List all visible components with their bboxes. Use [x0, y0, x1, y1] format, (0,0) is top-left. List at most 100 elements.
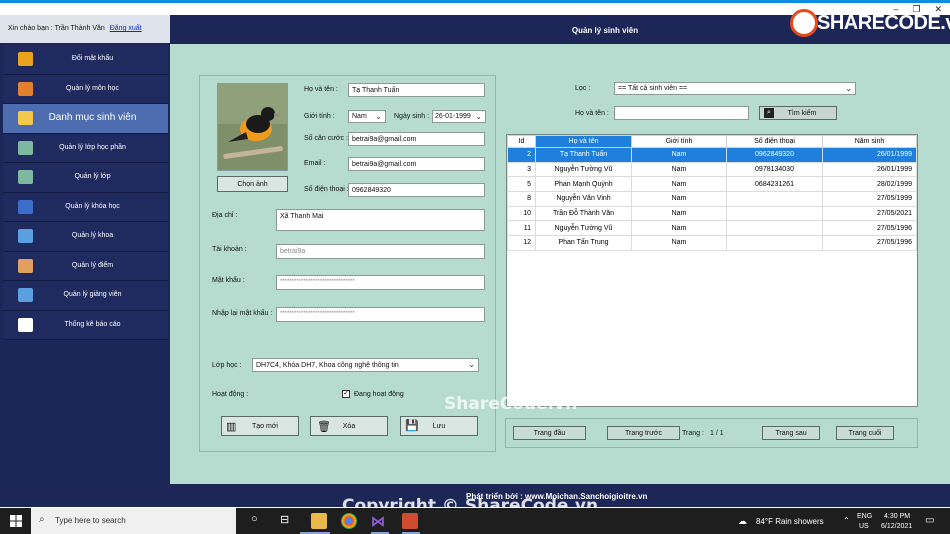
- prev-page-button[interactable]: Trang trước: [607, 426, 680, 440]
- table-row[interactable]: 11 Nguyễn Tường Vũ Nam 27/05/1996: [507, 220, 917, 237]
- logout-link[interactable]: Đăng xuất: [110, 25, 142, 32]
- repassword-input[interactable]: ********************************: [276, 307, 485, 322]
- save-button[interactable]: 💾 Lưu: [400, 416, 478, 436]
- choose-image-button[interactable]: Chọn ảnh: [217, 176, 288, 192]
- weather-text[interactable]: 84°F Rain showers: [756, 517, 824, 526]
- table-cell: 12: [507, 235, 536, 251]
- column-header-birth-year[interactable]: Năm sinh: [822, 135, 917, 148]
- weather-icon[interactable]: ☁: [738, 516, 747, 527]
- address-input[interactable]: Xã Thanh Mai: [276, 209, 485, 231]
- clock-time[interactable]: 4:30 PM: [884, 513, 910, 520]
- table-cell: 8: [507, 191, 536, 207]
- phone-input[interactable]: 0962849320: [348, 183, 485, 197]
- column-header-id[interactable]: Id: [507, 135, 536, 148]
- last-page-button[interactable]: Trang cuối: [836, 426, 894, 440]
- table-header-row: Id Họ và tên Giới tính Số điện thoại Năm…: [507, 135, 917, 148]
- table-cell: 0962849320: [726, 147, 823, 163]
- region-indicator: US: [859, 523, 869, 530]
- search-button[interactable]: ⌕ Tìm kiếm: [759, 106, 837, 120]
- sidebar-item-label: Quản lý lớp học phần: [59, 143, 126, 151]
- sidebar-item-9[interactable]: Thống kê báo cáo: [3, 310, 168, 340]
- column-header-name[interactable]: Họ và tên: [535, 135, 632, 148]
- search-name-label: Họ và tên :: [575, 110, 609, 117]
- table-cell: 11: [507, 220, 536, 237]
- sidebar-item-5[interactable]: Quản lý khóa học: [3, 192, 168, 222]
- table-cell: [726, 205, 823, 222]
- account-input[interactable]: betrai9a: [276, 244, 485, 259]
- task-view-icon[interactable]: ○: [251, 513, 267, 529]
- class-select[interactable]: DH7C4, Khóa DH7, Khoa công nghệ thông ti…: [252, 358, 479, 372]
- sidebar-item-label: Quản lý môn học: [66, 84, 119, 92]
- delete-button-label: Xóa: [342, 423, 356, 430]
- chevron-down-icon: ⌄: [475, 112, 482, 121]
- active-checkbox[interactable]: ✓: [342, 390, 350, 398]
- table-row[interactable]: 2 Tạ Thanh Tuấn Nam 0962849320 26/01/1999: [507, 147, 917, 163]
- main-content: Chọn ảnh Họ và tên : Tạ Thanh Tuấn Giới …: [170, 44, 950, 484]
- search-name-input[interactable]: [614, 106, 749, 120]
- taskbar-search-placeholder: Type here to search: [55, 516, 126, 525]
- filter-select[interactable]: == Tất cả sinh viên == ⌄: [614, 82, 856, 95]
- table-cell: 5: [507, 176, 536, 193]
- app-window-icon[interactable]: [402, 513, 418, 529]
- sidebar-item-0[interactable]: Đổi mật khẩu: [3, 45, 168, 75]
- table-cell: Nam: [631, 191, 727, 207]
- student-photo: [217, 83, 288, 171]
- delete-button[interactable]: 🗑 Xóa: [310, 416, 388, 436]
- dob-picker[interactable]: 26-01-1999 ⌄: [432, 110, 486, 123]
- table-cell: Nam: [631, 220, 727, 237]
- sidebar-item-1[interactable]: Quản lý môn học: [3, 74, 168, 104]
- password-input[interactable]: ********************************: [276, 275, 485, 290]
- column-header-phone[interactable]: Số điện thoại: [726, 135, 823, 148]
- table-row[interactable]: 5 Phan Mạnh Quỳnh Nam 0684231261 28/02/1999: [507, 176, 917, 193]
- gender-label: Giới tính :: [304, 113, 335, 120]
- table-cell: 10: [507, 205, 536, 222]
- table-cell: Nam: [631, 205, 727, 222]
- chevron-down-icon: ⌄: [468, 360, 475, 369]
- language-indicator[interactable]: ENG: [857, 513, 872, 520]
- windows-start-icon[interactable]: [10, 515, 22, 527]
- first-page-button[interactable]: Trang đầu: [513, 426, 586, 440]
- sidebar-item-8[interactable]: Quản lý giảng viên: [3, 281, 168, 311]
- table-cell: Nam: [631, 176, 727, 193]
- table-row[interactable]: 12 Phan Tấn Trung Nam 27/05/1996: [507, 235, 917, 251]
- table-row[interactable]: 10 Trần Đỗ Thành Văn Nam 27/05/2021: [507, 205, 917, 222]
- sidebar-item-7[interactable]: Quản lý điểm: [3, 251, 168, 281]
- table-cell: Phan Tấn Trung: [535, 235, 632, 251]
- email-input[interactable]: betrai9a@gmail.com: [348, 157, 485, 171]
- visual-studio-icon[interactable]: ⋈: [371, 513, 387, 529]
- sidebar-item-2[interactable]: Danh mục sinh viên: [3, 104, 168, 134]
- sidebar-item-3[interactable]: Quản lý lớp học phần: [3, 133, 168, 163]
- sidebar-item-4[interactable]: Quản lý lớp: [3, 163, 168, 193]
- table-cell: Trần Đỗ Thành Văn: [535, 205, 632, 222]
- file-explorer-icon[interactable]: [311, 513, 327, 529]
- new-button[interactable]: ▥ Tạo mới: [221, 416, 299, 436]
- table-cell: 2: [507, 147, 536, 163]
- phone-label: Số điện thoại :: [304, 186, 349, 193]
- table-cell: 0978134030: [726, 161, 823, 178]
- next-page-button[interactable]: Trang sau: [762, 426, 820, 440]
- class-value: DH7C4, Khóa DH7, Khoa công nghệ thông ti…: [256, 362, 399, 369]
- table-cell: Nguyễn Tường Vũ: [535, 220, 632, 237]
- sidebar-item-label: Đổi mật khẩu: [71, 55, 114, 62]
- bird-image-icon: [218, 84, 287, 170]
- task-switch-icon[interactable]: ⊟: [280, 513, 296, 529]
- taskbar-search[interactable]: ⌕ Type here to search: [31, 508, 236, 534]
- sidebar-item-6[interactable]: Quản lý khoa: [3, 222, 168, 252]
- tray-chevron-icon[interactable]: ⌃: [843, 516, 850, 525]
- name-input[interactable]: Tạ Thanh Tuấn: [348, 83, 485, 97]
- students-table[interactable]: Id Họ và tên Giới tính Số điện thoại Năm…: [506, 134, 918, 407]
- id-number-input[interactable]: betrai9a@gmail.com: [348, 132, 485, 146]
- column-header-gender[interactable]: Giới tính: [631, 135, 727, 148]
- dob-value: 26-01-1999: [435, 113, 471, 120]
- password-label: Mật khẩu :: [212, 277, 245, 284]
- table-row[interactable]: 3 Nguyễn Tường Vũ Nam 0978134030 26/01/1999: [507, 161, 917, 178]
- filter-label: Lọc :: [575, 85, 591, 92]
- clock-date[interactable]: 6/12/2021: [881, 523, 912, 530]
- table-cell: 26/01/1999: [822, 147, 917, 163]
- chrome-icon[interactable]: [341, 513, 357, 529]
- table-row[interactable]: 8 Nguyễn Văn Vinh Nam 27/05/1999: [507, 191, 917, 207]
- gender-select[interactable]: Nam ⌄: [348, 110, 386, 123]
- taskbar: ⌕ Type here to search ○ ⊟ ⋈ ☁ 84°F Rain …: [0, 508, 950, 534]
- notification-icon[interactable]: ▭: [925, 515, 934, 526]
- class-label: Lớp học :: [212, 362, 242, 369]
